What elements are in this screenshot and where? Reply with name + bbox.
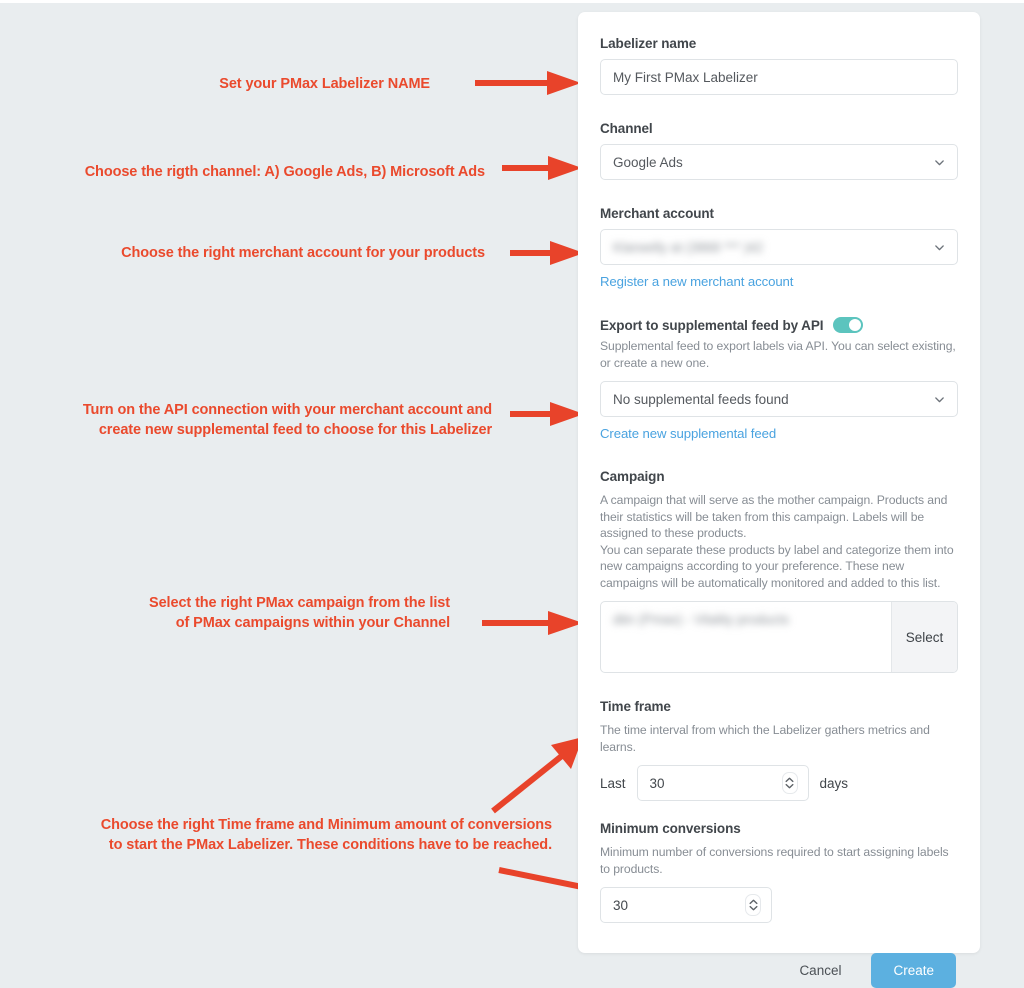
annotation-timeframe: Choose the right Time frame and Minimum …	[100, 817, 552, 853]
page-top-edge	[0, 0, 1024, 3]
minimum-conversions-input[interactable]: 30	[600, 887, 772, 923]
chevron-down-icon	[935, 396, 944, 402]
merchant-account-value: Klarwelly at (3868 *** )42	[613, 239, 764, 255]
labelizer-name-value: My First PMax Labelizer	[613, 69, 758, 85]
minimum-conversions-stepper[interactable]	[745, 894, 761, 916]
minimum-conversions-label: Minimum conversions	[600, 821, 741, 836]
supplemental-feed-header: Export to supplemental feed by API	[600, 317, 958, 333]
create-supplemental-feed-link[interactable]: Create new supplemental feed	[600, 426, 776, 441]
time-frame-prefix-label: Last	[600, 775, 626, 791]
arrow-to-api-toggle	[510, 402, 584, 426]
supplemental-feed-value: No supplemental feeds found	[613, 391, 789, 407]
campaign-label: Campaign	[600, 469, 665, 484]
toggle-knob	[849, 319, 862, 331]
annotation-merchant-account: Choose the right merchant account for yo…	[121, 245, 485, 261]
channel-label: Channel	[600, 121, 653, 136]
time-frame-suffix-label: days	[819, 775, 849, 791]
supplemental-feed-api-toggle[interactable]	[833, 317, 864, 333]
merchant-account-label: Merchant account	[600, 206, 714, 221]
campaign-help-paragraph-1: A campaign that will serve as the mother…	[600, 493, 948, 540]
channel-select[interactable]: Google Ads	[600, 144, 958, 180]
time-frame-stepper[interactable]	[781, 772, 798, 794]
annotation-labelizer-name: Set your PMax Labelizer NAME	[219, 76, 430, 92]
campaign-help: A campaign that will serve as the mother…	[600, 492, 958, 591]
form-footer: Cancel Create	[600, 953, 958, 988]
create-button[interactable]: Create	[871, 953, 956, 988]
chevron-down-icon	[935, 159, 944, 165]
campaign-select-button[interactable]: Select	[891, 602, 957, 672]
campaign-value-area[interactable]: dtin (Pmax) - Vitality products	[601, 602, 891, 672]
campaign-help-paragraph-2: You can separate these products by label…	[600, 542, 954, 590]
arrow-to-merchant-account	[510, 241, 584, 265]
labelizer-name-input[interactable]: My First PMax Labelizer	[600, 59, 958, 95]
merchant-account-select[interactable]: Klarwelly at (3868 *** )42	[600, 229, 958, 265]
supplemental-feed-select[interactable]: No supplemental feeds found	[600, 381, 958, 417]
arrow-to-time-frame	[491, 737, 583, 814]
campaign-selector: dtin (Pmax) - Vitality products Select	[600, 601, 958, 673]
campaign-value: dtin (Pmax) - Vitality products	[613, 612, 790, 627]
supplemental-feed-help: Supplemental feed to export labels via A…	[600, 339, 956, 370]
time-frame-label: Time frame	[600, 699, 671, 714]
minimum-conversions-help: Minimum number of conversions required t…	[600, 845, 949, 876]
chevron-down-icon	[749, 905, 757, 911]
chevron-down-icon	[935, 244, 944, 250]
cancel-button[interactable]: Cancel	[787, 955, 853, 986]
labelizer-form-card: Labelizer name My First PMax Labelizer C…	[578, 12, 980, 988]
labelizer-name-label: Labelizer name	[600, 36, 697, 51]
minimum-conversions-value: 30	[613, 897, 629, 913]
register-merchant-account-link[interactable]: Register a new merchant account	[600, 274, 793, 289]
time-frame-input[interactable]: 30	[636, 765, 809, 801]
channel-value: Google Ads	[613, 154, 683, 170]
annotation-api-connection: Turn on the API connection with your mer…	[82, 402, 492, 438]
arrow-to-labelizer-name	[475, 71, 581, 95]
chevron-down-icon	[785, 783, 794, 789]
supplemental-feed-label: Export to supplemental feed by API	[600, 317, 824, 333]
annotation-campaign: Select the right PMax campaign from the …	[149, 595, 450, 631]
time-frame-value: 30	[649, 775, 665, 791]
arrow-to-campaign	[482, 611, 583, 635]
arrow-to-channel	[502, 156, 582, 180]
annotation-channel: Choose the rigth channel: A) Google Ads,…	[84, 164, 485, 180]
time-frame-row: Last 30 days	[600, 765, 958, 801]
time-frame-help: The time interval from which the Labeliz…	[600, 723, 930, 754]
